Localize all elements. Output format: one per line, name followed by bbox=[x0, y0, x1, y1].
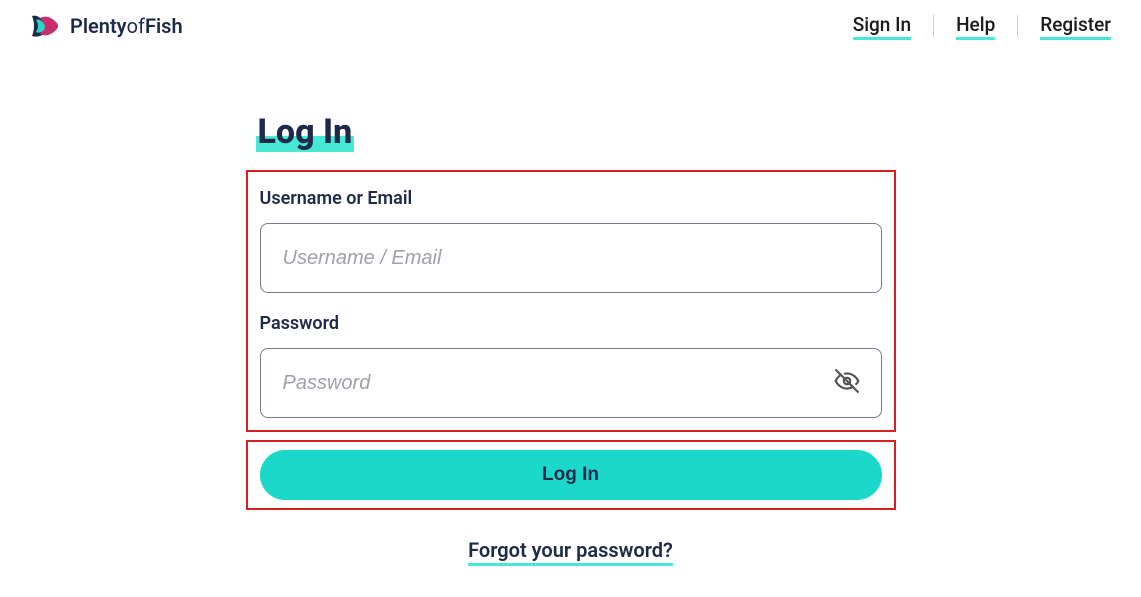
help-link[interactable]: Help bbox=[956, 13, 995, 40]
brand-name: PlentyofFish bbox=[70, 14, 183, 38]
register-link[interactable]: Register bbox=[1040, 13, 1111, 40]
password-label: Password bbox=[260, 313, 882, 334]
main-content: Log In Username or Email Password bbox=[0, 52, 1141, 562]
header: PlentyofFish Sign In Help Register bbox=[0, 0, 1141, 52]
username-label: Username or Email bbox=[260, 188, 882, 209]
fish-logo-icon bbox=[30, 12, 62, 40]
forgot-password-link[interactable]: Forgot your password? bbox=[468, 538, 673, 566]
username-input[interactable] bbox=[260, 223, 882, 293]
logo[interactable]: PlentyofFish bbox=[30, 12, 183, 40]
login-button[interactable]: Log In bbox=[260, 450, 882, 500]
divider bbox=[933, 15, 934, 37]
page-title: Log In bbox=[256, 112, 355, 152]
signin-link[interactable]: Sign In bbox=[853, 13, 911, 40]
password-group: Password bbox=[260, 313, 882, 418]
divider bbox=[1017, 15, 1018, 37]
username-group: Username or Email bbox=[260, 188, 882, 293]
eye-hidden-icon[interactable] bbox=[834, 368, 860, 398]
forgot-password-wrapper: Forgot your password? bbox=[246, 538, 896, 562]
login-container: Log In Username or Email Password bbox=[246, 112, 896, 562]
nav-links: Sign In Help Register bbox=[853, 13, 1111, 40]
button-section: Log In bbox=[246, 440, 896, 510]
form-section: Username or Email Password bbox=[246, 170, 896, 432]
password-input[interactable] bbox=[260, 348, 882, 418]
